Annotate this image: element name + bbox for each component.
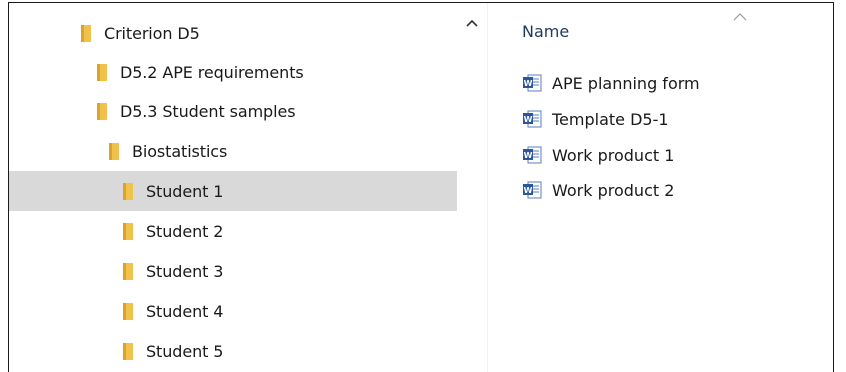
file-row-work-product-2[interactable]: W Work product 2 — [522, 177, 674, 203]
tree-item-criterion-d5[interactable]: Criterion D5 — [9, 13, 457, 53]
file-list-pane: Name W APE planning form W Template D5-1… — [488, 3, 833, 372]
tree-item-student-1[interactable]: Student 1 — [9, 171, 457, 211]
tree-item-student-4[interactable]: Student 4 — [9, 291, 457, 331]
folder-icon — [123, 222, 133, 240]
svg-text:W: W — [524, 115, 533, 124]
folder-icon — [123, 262, 133, 280]
tree-item-biostatistics[interactable]: Biostatistics — [9, 131, 457, 171]
tree-item-student-3[interactable]: Student 3 — [9, 251, 457, 291]
tree-item-student-2[interactable]: Student 2 — [9, 211, 457, 251]
folder-icon — [123, 182, 133, 200]
file-row-work-product-1[interactable]: W Work product 1 — [522, 142, 674, 168]
scroll-up-arrow-icon[interactable] — [465, 13, 479, 27]
tree-item-label: Student 3 — [146, 261, 224, 281]
svg-text:W: W — [524, 151, 533, 160]
folder-icon — [123, 342, 133, 360]
file-explorer-window: Criterion D5 D5.2 APE requirements D5.3 … — [8, 2, 834, 372]
file-name: Work product 2 — [552, 180, 675, 200]
file-name: Work product 1 — [552, 145, 675, 165]
folder-icon — [109, 142, 119, 160]
folder-icon — [97, 102, 107, 120]
folder-icon — [97, 63, 107, 81]
word-document-icon: W — [522, 180, 542, 200]
svg-text:W: W — [524, 79, 533, 88]
file-name: Template D5-1 — [552, 109, 669, 129]
tree-item-d5-3-student-samples[interactable]: D5.3 Student samples — [9, 91, 457, 131]
tree-item-label: Student 4 — [146, 301, 224, 321]
tree-item-label: Student 1 — [146, 181, 224, 201]
tree-item-label: Student 2 — [146, 221, 224, 241]
file-name: APE planning form — [552, 73, 700, 93]
tree-item-student-5[interactable]: Student 5 — [9, 331, 457, 371]
word-document-icon: W — [522, 145, 542, 165]
name-column-header[interactable]: Name — [522, 22, 569, 41]
navigation-pane: Criterion D5 D5.2 APE requirements D5.3 … — [9, 3, 457, 372]
folder-icon — [123, 302, 133, 320]
tree-item-label: Criterion D5 — [104, 23, 200, 43]
sort-chevron-up-icon — [733, 6, 747, 21]
tree-item-label: D5.3 Student samples — [120, 101, 296, 121]
word-document-icon: W — [522, 109, 542, 129]
navigation-scrollbar[interactable] — [457, 3, 487, 372]
svg-text:W: W — [524, 186, 533, 195]
tree-item-label: Student 5 — [146, 341, 224, 361]
word-document-icon: W — [522, 73, 542, 93]
folder-icon — [81, 24, 91, 42]
file-row-template-d5-1[interactable]: W Template D5-1 — [522, 106, 669, 132]
tree-item-label: D5.2 APE requirements — [120, 62, 304, 82]
tree-item-d5-2-ape-requirements[interactable]: D5.2 APE requirements — [9, 52, 457, 92]
tree-item-label: Biostatistics — [132, 141, 228, 161]
file-row-ape-planning-form[interactable]: W APE planning form — [522, 70, 700, 96]
